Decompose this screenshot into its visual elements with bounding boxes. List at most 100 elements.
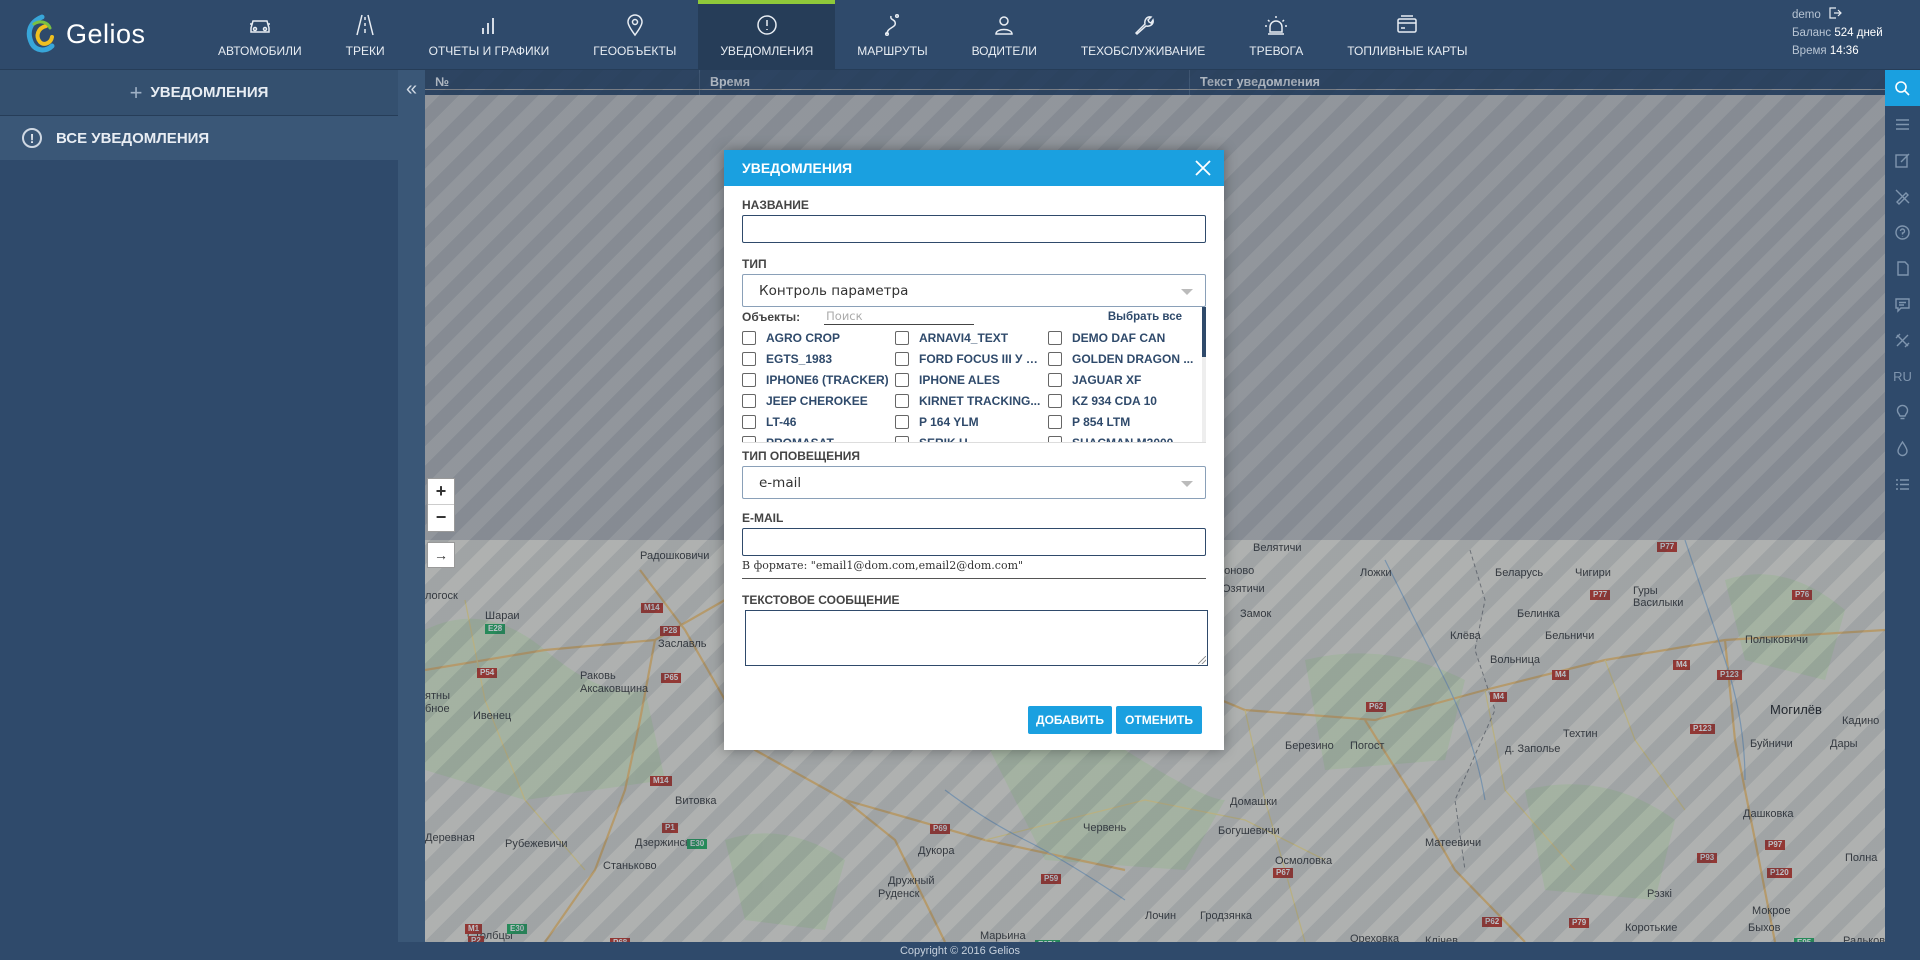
map-pin-icon bbox=[627, 14, 643, 37]
object-item[interactable]: PROMASAT bbox=[742, 435, 895, 442]
objects-row: LT-46 P 164 YLM P 854 LTM bbox=[742, 411, 1202, 432]
object-checkbox[interactable] bbox=[742, 393, 756, 408]
nav-geoobjects[interactable]: Геообъекты bbox=[571, 0, 698, 70]
tool-settings[interactable] bbox=[1885, 322, 1920, 358]
sidebar-item-all-notifications[interactable]: ! Все уведомления bbox=[0, 116, 398, 160]
text-label: Текстовое сообщение bbox=[742, 593, 900, 607]
object-item[interactable]: EGTS_1983 bbox=[742, 351, 895, 366]
nav-reports[interactable]: Отчеты и графики bbox=[407, 0, 572, 70]
nav-routes[interactable]: Маршруты bbox=[835, 0, 949, 70]
type-select[interactable]: Контроль параметра bbox=[742, 274, 1206, 307]
tool-list[interactable] bbox=[1885, 466, 1920, 502]
object-checkbox[interactable] bbox=[1048, 330, 1062, 345]
close-icon[interactable] bbox=[1192, 157, 1214, 179]
tool-no-edit[interactable] bbox=[1885, 178, 1920, 214]
object-item[interactable]: KIRNET TRACKING... bbox=[895, 393, 1048, 408]
column-header-text[interactable]: Текст уведомления bbox=[1190, 70, 1885, 95]
object-checkbox[interactable] bbox=[1048, 351, 1062, 366]
object-item[interactable]: SERIK U bbox=[895, 435, 1048, 442]
tool-language[interactable]: RU bbox=[1885, 358, 1920, 394]
nav-drivers[interactable]: Водители bbox=[950, 0, 1059, 70]
collapse-sidebar-button[interactable]: « bbox=[398, 70, 425, 942]
object-item[interactable]: JEEP CHEROKEE bbox=[742, 393, 895, 408]
logout-icon[interactable] bbox=[1828, 7, 1842, 19]
object-item[interactable]: AGRO CROP bbox=[742, 330, 895, 345]
object-item[interactable]: P 854 LTM bbox=[1048, 414, 1201, 429]
objects-search-input[interactable]: Поиск bbox=[824, 309, 975, 325]
tool-document[interactable] bbox=[1885, 250, 1920, 286]
object-checkbox[interactable] bbox=[742, 372, 756, 387]
logo[interactable]: Gelios bbox=[22, 12, 146, 56]
nav-fuel-cards[interactable]: Топливные карты bbox=[1325, 0, 1489, 70]
object-item[interactable]: DEMO DAF CAN bbox=[1048, 330, 1201, 345]
object-checkbox[interactable] bbox=[895, 435, 909, 442]
no-edit-icon bbox=[1895, 189, 1910, 205]
object-item[interactable]: P 164 YLM bbox=[895, 414, 1048, 429]
zoom-out-button[interactable]: − bbox=[428, 505, 454, 531]
time-label: Время bbox=[1792, 45, 1827, 57]
cancel-button[interactable]: Отменить bbox=[1116, 706, 1202, 734]
object-checkbox[interactable] bbox=[895, 393, 909, 408]
object-label: GOLDEN DRAGON ... bbox=[1072, 351, 1194, 366]
scrollbar-thumb[interactable] bbox=[1202, 307, 1206, 357]
zoom-in-button[interactable]: + bbox=[428, 479, 454, 505]
name-input[interactable] bbox=[742, 215, 1206, 243]
nav-notifications[interactable]: Уведомления bbox=[698, 0, 836, 70]
object-checkbox[interactable] bbox=[1048, 414, 1062, 429]
object-checkbox[interactable] bbox=[895, 372, 909, 387]
object-checkbox[interactable] bbox=[742, 330, 756, 345]
object-checkbox[interactable] bbox=[1048, 435, 1062, 442]
road-badge: P69 bbox=[930, 824, 951, 834]
object-checkbox[interactable] bbox=[742, 435, 756, 442]
object-label: KZ 934 CDA 10 bbox=[1072, 393, 1157, 408]
email-input[interactable] bbox=[742, 528, 1206, 556]
objects-scrollbar[interactable] bbox=[1202, 307, 1206, 442]
tool-chat[interactable] bbox=[1885, 286, 1920, 322]
tool-edit[interactable] bbox=[1885, 142, 1920, 178]
column-header-number[interactable]: № bbox=[425, 70, 700, 95]
map-place-label: Полна bbox=[1845, 852, 1878, 864]
column-header-time[interactable]: Время bbox=[700, 70, 1190, 95]
notify-type-select[interactable]: e-mail bbox=[742, 466, 1206, 499]
object-item[interactable]: SHACMAN M3000 bbox=[1048, 435, 1201, 442]
object-item[interactable]: FORD FOCUS III У 777 КХ bbox=[895, 351, 1048, 366]
tool-hint[interactable] bbox=[1885, 394, 1920, 430]
nav-maintenance[interactable]: Техобслуживание bbox=[1059, 0, 1227, 70]
object-item[interactable]: LT-46 bbox=[742, 414, 895, 429]
map-place-label: Техтин bbox=[1563, 728, 1598, 740]
add-notification-button[interactable]: + Уведомления bbox=[0, 70, 398, 116]
object-checkbox[interactable] bbox=[1048, 393, 1062, 408]
tool-menu[interactable] bbox=[1885, 106, 1920, 142]
object-item[interactable]: JAGUAR XF bbox=[1048, 372, 1201, 387]
car-icon bbox=[249, 20, 270, 33]
nav-tracks[interactable]: Треки bbox=[324, 0, 407, 70]
double-chevron-left-icon: « bbox=[405, 78, 418, 100]
dialog-title: Уведомления bbox=[742, 160, 853, 176]
objects-row: AGRO CROP ARNAVI4_TEXT DEMO DAF CAN bbox=[742, 327, 1202, 348]
nav-cars[interactable]: Автомобили bbox=[196, 0, 324, 70]
tool-help[interactable] bbox=[1885, 214, 1920, 250]
nav-label: Техобслуживание bbox=[1080, 44, 1206, 58]
tool-search[interactable] bbox=[1885, 70, 1920, 106]
tool-fuel[interactable] bbox=[1885, 430, 1920, 466]
balance-label: Баланс bbox=[1792, 27, 1832, 39]
map-expand-button[interactable]: → bbox=[427, 542, 455, 568]
select-all-link[interactable]: Выбрать все bbox=[1108, 311, 1182, 323]
object-checkbox[interactable] bbox=[895, 414, 909, 429]
add-button[interactable]: Добавить bbox=[1028, 706, 1112, 734]
object-item[interactable]: GOLDEN DRAGON ... bbox=[1048, 351, 1201, 366]
object-item[interactable]: IPHONE ALES bbox=[895, 372, 1048, 387]
object-item[interactable]: ARNAVI4_TEXT bbox=[895, 330, 1048, 345]
object-item[interactable]: IPHONE6 (TRACKER) bbox=[742, 372, 895, 387]
object-checkbox[interactable] bbox=[742, 351, 756, 366]
object-item[interactable]: KZ 934 CDA 10 bbox=[1048, 393, 1201, 408]
text-message-textarea[interactable] bbox=[745, 610, 1208, 666]
account-user[interactable]: demo bbox=[1792, 9, 1821, 21]
object-checkbox[interactable] bbox=[742, 414, 756, 429]
object-checkbox[interactable] bbox=[895, 351, 909, 366]
object-checkbox[interactable] bbox=[1048, 372, 1062, 387]
road-badge: P54 bbox=[477, 668, 498, 678]
map-place-label: Белинка bbox=[1517, 608, 1560, 620]
object-checkbox[interactable] bbox=[895, 330, 909, 345]
nav-alarm[interactable]: Тревога bbox=[1227, 0, 1325, 70]
